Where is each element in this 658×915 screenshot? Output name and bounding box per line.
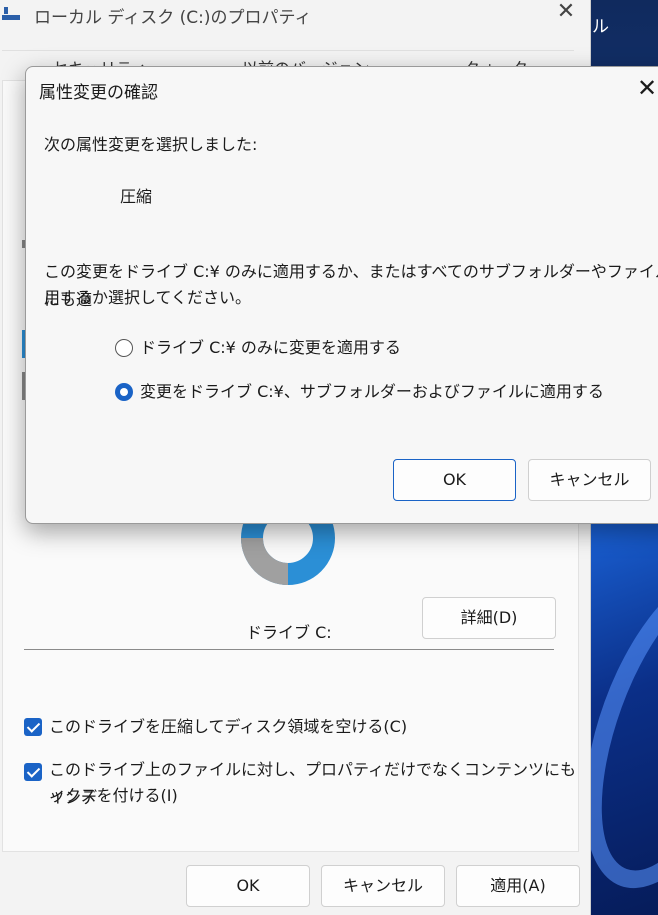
- dialog-title: 属性変更の確認: [39, 83, 158, 103]
- ok-button[interactable]: OK: [186, 865, 310, 907]
- dialog-ok-button[interactable]: OK: [393, 459, 516, 501]
- dialog-intro: 次の属性変更を選択しました:: [44, 135, 258, 154]
- confirm-attribute-changes-dialog: 属性変更の確認 ✕ 次の属性変更を選択しました: 圧縮 この変更をドライブ C:…: [25, 66, 658, 524]
- cancel-button[interactable]: キャンセル: [321, 865, 445, 907]
- detail-button[interactable]: 詳細(D): [422, 597, 556, 639]
- divider: [24, 649, 554, 650]
- apply-all-label[interactable]: 変更をドライブ C:¥、サブフォルダーおよびファイルに適用する: [140, 380, 604, 404]
- apply-all-radio[interactable]: [115, 383, 133, 401]
- dialog-cancel-button[interactable]: キャンセル: [528, 459, 651, 501]
- compress-drive-label: このドライブを圧縮してディスク領域を空ける(C): [49, 717, 408, 736]
- index-contents-label-line2: ックスを付ける(I): [49, 786, 178, 805]
- apply-drive-only-label[interactable]: ドライブ C:¥ のみに変更を適用する: [140, 336, 401, 360]
- desktop-window-title-fragment: ル: [592, 17, 609, 37]
- drive-label: ドライブ C:: [246, 623, 332, 642]
- apply-drive-only-radio[interactable]: [115, 339, 133, 357]
- properties-titlebar[interactable]: ローカル ディスク (C:)のプロパティ ✕: [0, 0, 590, 34]
- properties-close-icon[interactable]: ✕: [552, 0, 580, 26]
- dialog-question-line2: 用するか選択してください。: [44, 288, 252, 307]
- dialog-attribute: 圧縮: [120, 187, 153, 206]
- dialog-close-icon[interactable]: ✕: [632, 73, 658, 103]
- compress-drive-checkbox[interactable]: [24, 718, 42, 736]
- free-space-arc: [241, 537, 289, 585]
- index-contents-checkbox[interactable]: [24, 763, 42, 781]
- properties-title: ローカル ディスク (C:)のプロパティ: [34, 8, 312, 28]
- drive-icon: [2, 7, 20, 20]
- apply-button[interactable]: 適用(A): [456, 865, 580, 907]
